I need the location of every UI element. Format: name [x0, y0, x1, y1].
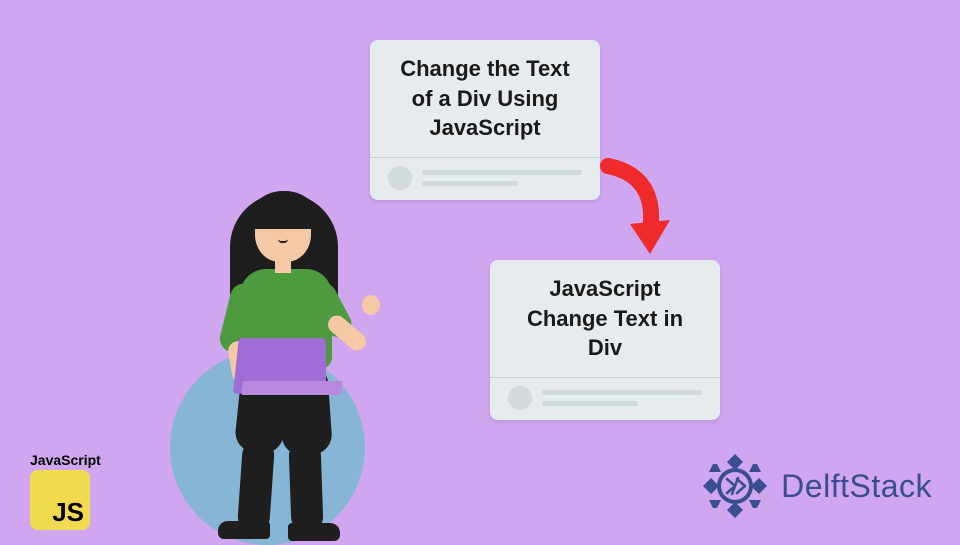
skeleton-line: [542, 390, 702, 395]
card-after: JavaScript Change Text in Div: [490, 260, 720, 420]
delftstack-brand: DelftStack: [699, 450, 932, 522]
delftstack-name: DelftStack: [781, 468, 932, 505]
delftstack-logo-icon: [699, 450, 771, 522]
eye-right: [290, 225, 294, 229]
skeleton-lines: [422, 170, 582, 186]
shin-left: [237, 440, 275, 532]
person-illustration: [140, 185, 420, 540]
shin-right: [288, 440, 323, 531]
javascript-logo-text: JS: [52, 497, 84, 528]
skeleton-line: [422, 170, 582, 175]
laptop-base: [241, 381, 343, 395]
card-divider: [370, 157, 600, 158]
card-skeleton: [508, 386, 702, 410]
eye-left: [270, 225, 274, 229]
javascript-label: JavaScript: [30, 452, 125, 468]
javascript-badge: JavaScript JS: [30, 452, 125, 530]
arrow-icon: [590, 158, 680, 268]
foot-right: [288, 523, 340, 541]
hair-top: [245, 191, 323, 229]
card-skeleton: [388, 166, 582, 190]
skeleton-avatar-icon: [508, 386, 532, 410]
skeleton-avatar-icon: [388, 166, 412, 190]
skeleton-line-short: [542, 401, 638, 406]
card-divider: [490, 377, 720, 378]
javascript-logo-icon: JS: [30, 470, 90, 530]
skeleton-lines: [542, 390, 702, 406]
card-after-text: JavaScript Change Text in Div: [508, 274, 702, 363]
foot-left: [218, 521, 270, 539]
card-before-text: Change the Text of a Div Using JavaScrip…: [388, 54, 582, 143]
skeleton-line-short: [422, 181, 518, 186]
card-before: Change the Text of a Div Using JavaScrip…: [370, 40, 600, 200]
hand-right: [362, 295, 380, 315]
